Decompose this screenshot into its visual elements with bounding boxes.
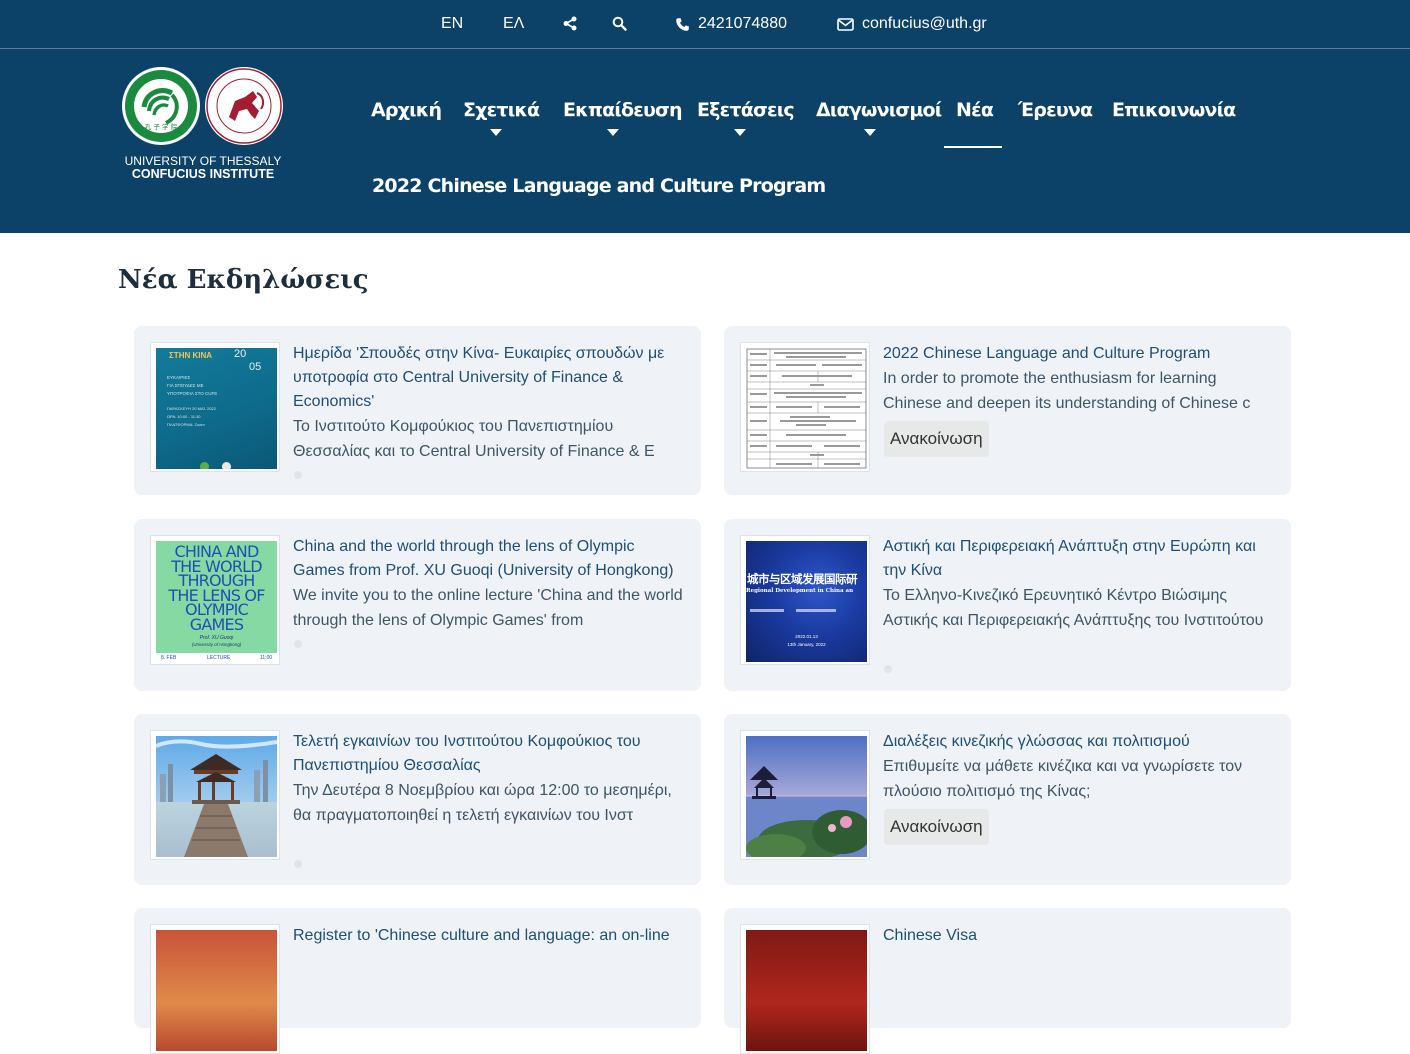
news-title-link[interactable]: Αστική και Περιφερειακή Ανάπτυξη στην Ευ… xyxy=(883,535,1278,583)
nav-item-program-2022[interactable]: 2022 Chinese Language and Culture Progra… xyxy=(372,174,826,198)
email-address: confucius@uth.gr xyxy=(862,15,987,32)
university-seal xyxy=(205,67,283,145)
program-schedule-table xyxy=(746,348,867,469)
nav-item-news[interactable]: Νέα xyxy=(956,98,994,122)
nav-item-exams[interactable]: Εξετάσεις xyxy=(697,98,795,122)
chevron-down-icon[interactable] xyxy=(864,129,876,136)
news-excerpt: In order to promote the enthusiasm for l… xyxy=(883,370,1251,412)
search-icon[interactable] xyxy=(612,16,627,31)
news-excerpt: Την Δευτέρα 8 Νοεμβρίου και ώρα 12:00 το… xyxy=(293,782,672,824)
news-thumbnail[interactable] xyxy=(150,730,280,860)
svg-text:孔 子 学 院: 孔 子 学 院 xyxy=(145,122,178,131)
nav-item-education[interactable]: Εκπαίδευση xyxy=(563,98,683,122)
news-title-link[interactable]: Διαλέξεις κινεζικής γλώσσας και πολιτισμ… xyxy=(883,730,1278,754)
news-card: 城市与区域发展国际研 Regional Development in China… xyxy=(724,519,1291,691)
lake-pavilion-photo xyxy=(746,736,867,857)
envelope-icon xyxy=(837,17,854,31)
top-bar: EN ΕΛ 2421074880 confucius@uth.gr xyxy=(0,0,1410,49)
news-card: CHINA AND THE WORLD THROUGH THE LENS OF … xyxy=(134,519,701,691)
news-card: Τελετή εγκαινίων του Ινστιτούτου Κομφούκ… xyxy=(134,714,701,885)
conference-banner: 城市与区域发展国际研 Regional Development in China… xyxy=(746,541,867,662)
news-thumbnail[interactable]: ΣΤΗΝ ΚΙΝΑ 20 05 ΕΥΚΑΙΡΙΕΣ ΓΙΑ ΣΠΟΥΔΕΣ ΜΕ… xyxy=(150,342,280,472)
phone-icon xyxy=(676,17,689,31)
news-thumbnail[interactable] xyxy=(740,924,870,1054)
news-thumbnail[interactable] xyxy=(740,730,870,860)
logo-line-institute: CONFUCIUS INSTITUTE xyxy=(131,167,275,181)
olympic-lecture-poster: CHINA AND THE WORLD THROUGH THE LENS OF … xyxy=(156,541,277,662)
news-card: Διαλέξεις κινεζικής γλώσσας και πολιτισμ… xyxy=(724,714,1291,885)
bullet-dot xyxy=(884,665,892,673)
chevron-down-icon[interactable] xyxy=(734,129,746,136)
news-thumbnail[interactable]: 城市与区域发展国际研 Regional Development in China… xyxy=(740,535,870,665)
news-title-link[interactable]: China and the world through the lens of … xyxy=(293,535,688,583)
confucius-institute-emblem: 孔 子 学 院 xyxy=(122,67,200,145)
phone-link[interactable]: 2421074880 xyxy=(675,14,787,34)
site-header: 孔 子 学 院 UNIVERSITY OF THESSALY CONFUCIUS… xyxy=(0,49,1410,233)
news-excerpt: We invite you to the online lecture 'Chi… xyxy=(293,587,683,629)
news-title-link[interactable]: Τελετή εγκαινίων του Ινστιτούτου Κομφούκ… xyxy=(293,730,688,778)
news-excerpt: Το Ελληνο-Κινεζικό Ερευνητικό Κέντρο Βιώ… xyxy=(883,587,1264,629)
nav-item-about[interactable]: Σχετικά xyxy=(463,98,540,122)
news-title-link[interactable]: Chinese Visa xyxy=(883,924,1278,948)
visa-photo xyxy=(746,930,867,1051)
bullet-dot xyxy=(294,471,302,479)
nav-active-indicator xyxy=(944,146,1002,148)
site-logo[interactable]: 孔 子 学 院 UNIVERSITY OF THESSALY CONFUCIUS… xyxy=(118,63,288,183)
phone-number: 2421074880 xyxy=(698,15,787,32)
nav-item-research[interactable]: Έρευνα xyxy=(1018,98,1093,122)
email-link[interactable]: confucius@uth.gr xyxy=(837,14,987,34)
news-excerpt: Το Ινστιτούτο Κομφούκιος του Πανεπιστημί… xyxy=(293,418,655,460)
pavilion-photo xyxy=(156,736,277,857)
news-card: ΣΤΗΝ ΚΙΝΑ 20 05 ΕΥΚΑΙΡΙΕΣ ΓΙΑ ΣΠΟΥΔΕΣ ΜΕ… xyxy=(134,326,701,495)
news-title-link[interactable]: 2022 Chinese Language and Culture Progra… xyxy=(883,342,1278,366)
news-thumbnail[interactable]: CHINA AND THE WORLD THROUGH THE LENS OF … xyxy=(150,535,280,665)
bullet-dot xyxy=(294,640,302,648)
nav-item-contact[interactable]: Επικοινωνία xyxy=(1112,98,1236,122)
lang-en-link[interactable]: EN xyxy=(441,14,463,34)
news-title-link[interactable]: Register to 'Chinese culture and languag… xyxy=(293,924,688,948)
share-icon[interactable] xyxy=(563,16,577,31)
nav-item-home[interactable]: Αρχική xyxy=(371,98,442,122)
news-title-link[interactable]: Ημερίδα 'Σπουδές στην Κίνα- Ευκαιρίες σπ… xyxy=(293,342,688,414)
news-card: Register to 'Chinese culture and languag… xyxy=(134,908,701,1054)
bullet-dot xyxy=(294,860,302,868)
news-thumbnail[interactable] xyxy=(740,342,870,472)
page-title: Νέα Εκδηλώσεις xyxy=(118,265,369,295)
news-card: Chinese Visa xyxy=(724,908,1291,1054)
study-in-china-poster: ΣΤΗΝ ΚΙΝΑ 20 05 ΕΥΚΑΙΡΙΕΣ ΓΙΑ ΣΠΟΥΔΕΣ ΜΕ… xyxy=(156,348,277,469)
news-excerpt: Επιθυμείτε να μάθετε κινέζικα και να γνω… xyxy=(883,758,1243,800)
nav-item-competitions[interactable]: Διαγωνισμοί xyxy=(816,98,942,122)
news-card: 2022 Chinese Language and Culture Progra… xyxy=(724,326,1291,495)
culture-course-photo xyxy=(156,930,277,1051)
chevron-down-icon[interactable] xyxy=(607,129,619,136)
announcement-tag[interactable]: Ανακοίνωση xyxy=(884,421,989,457)
chevron-down-icon[interactable] xyxy=(490,129,502,136)
lang-el-link[interactable]: ΕΛ xyxy=(503,14,524,34)
news-thumbnail[interactable] xyxy=(150,924,280,1054)
announcement-tag[interactable]: Ανακοίνωση xyxy=(884,809,989,845)
